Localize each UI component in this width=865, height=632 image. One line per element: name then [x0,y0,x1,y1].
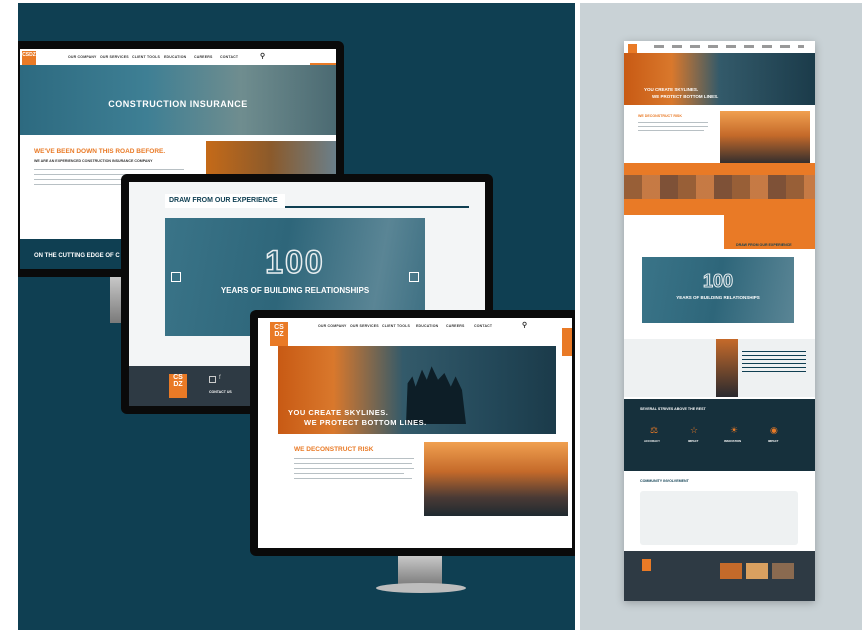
nav-item[interactable]: OUR SERVICES [100,55,129,59]
nav-item[interactable]: OUR COMPANY [318,324,347,328]
main-nav: OUR COMPANY OUR SERVICES CLIENT TOOLS ED… [38,49,336,66]
photo-strip [624,175,815,199]
strive-label: INNOVATION [724,439,742,443]
strive-label: IMPACT [768,439,779,443]
page-about-section [624,339,815,397]
excavator-photo [424,442,568,516]
community-grid [640,491,798,545]
nav-item[interactable]: OUR COMPANY [68,55,97,59]
search-icon[interactable]: ⚲ [522,321,527,329]
strive-icon: ◉ [770,425,778,435]
strive-icon: ⚖ [650,425,659,435]
experience-heading-bar: DRAW FROM OUR EXPERIENCE [165,194,285,208]
body-text-line [294,458,414,460]
experience-heading: DRAW FROM OUR EXPERIENCE [169,197,278,204]
logo-line: DZ [274,331,284,338]
page-footer [624,551,815,601]
page-strive-section: SEVERAL STRIVES ABOVE THE REST ⚖ ☆ ☀ ◉ A… [624,399,815,471]
tagline: YEARS OF BUILDING RELATIONSHIPS [220,286,370,295]
section-subtitle: WE ARE AN EXPERIENCED CONSTRUCTION INSUR… [34,159,153,163]
nav-item[interactable]: CAREERS [446,324,465,328]
footer-logo[interactable]: CS DZ [169,374,187,398]
monitor-base [376,583,466,593]
body-text-line [638,126,708,127]
hero-banner: CONSTRUCTION INSURANCE [20,65,336,135]
nav-item[interactable]: CONTACT [474,324,492,328]
body-text-line [294,463,412,465]
right-showcase-panel: YOU CREATE SKYLINES. WE PROTECT BOTTOM L… [580,3,862,630]
orange-band [624,163,815,249]
strive-icon: ☀ [730,425,739,435]
footer-news-thumb[interactable] [746,563,768,579]
logo-line: CS [274,324,284,331]
section-title: WE'VE BEEN DOWN THIS ROAD BEFORE. [34,148,166,155]
body-text-line [294,478,412,480]
about-photo [716,339,738,397]
prev-arrow[interactable] [171,272,181,282]
page-footer-logo[interactable] [642,559,651,571]
section-title: WE DECONSTRUCT RISK [294,446,374,453]
hero-line-1: YOU CREATE SKYLINES. [288,408,389,417]
heading-rule [285,206,469,208]
cta-button[interactable] [562,328,572,356]
search-icon[interactable]: ⚲ [260,52,265,60]
page-tagline: YEARS OF BUILDING RELATIONSHIPS [676,295,760,300]
page-section-title: WE DECONSTRUCT RISK [638,114,682,118]
footer-news-thumb[interactable] [772,563,794,579]
nav-item[interactable]: EDUCATION [164,55,186,59]
nav-item[interactable]: CLIENT TOOLS [132,55,160,59]
logo-line: DZ [173,381,183,388]
page-hero: YOU CREATE SKYLINES. WE PROTECT BOTTOM L… [624,53,815,105]
nav-item[interactable]: EDUCATION [416,324,438,328]
nav-item[interactable]: CONTACT [220,55,238,59]
page-experience-banner: 100 YEARS OF BUILDING RELATIONSHIPS [642,257,794,323]
page-community-heading: COMMUNITY INVOLVEMENT [640,479,689,483]
body-text-line [638,122,708,123]
page-experience-heading: DRAW FROM OUR EXPERIENCE [736,243,792,247]
logo-line: CS [173,374,183,381]
band-card [624,215,724,249]
nav-item[interactable]: CAREERS [194,55,213,59]
page-hero-line-1: YOU CREATE SKYLINES. [644,87,699,92]
page-nav [654,45,804,48]
nav-item[interactable]: CLIENT TOOLS [382,324,410,328]
body-text-line [638,130,704,131]
footer-title: ON THE CUTTING EDGE OF C [34,253,120,259]
page-big-number: 100 [702,271,734,292]
monitor-stand [398,556,442,586]
facebook-icon[interactable]: f [219,375,221,381]
hero-line-2: WE PROTECT BOTTOM LINES. [304,418,427,427]
footer-news-thumb[interactable] [720,563,742,579]
body-text-line [294,468,414,470]
page-hero-line-2: WE PROTECT BOTTOM LINES. [652,94,719,99]
big-number: 100 [265,243,325,281]
full-page-mockup: YOU CREATE SKYLINES. WE PROTECT BOTTOM L… [624,41,815,601]
strive-label: ACCURACY [644,439,661,443]
hero-title: CONSTRUCTION INSURANCE [108,99,248,109]
nav-item[interactable]: OUR SERVICES [350,324,379,328]
strive-label: IMPACT [688,439,699,443]
monitor-front: CS DZ OUR COMPANY OUR SERVICES CLIENT TO… [250,310,575,556]
worker-silhouettes [406,366,466,424]
left-showcase-panel: CSDZ OUR COMPANY OUR SERVICES CLIENT TOO… [18,3,575,630]
about-callout [742,351,806,375]
site-logo[interactable]: CS DZ [270,322,288,346]
page-strive-heading: SEVERAL STRIVES ABOVE THE REST [640,407,706,411]
monitor-front-screen: CS DZ OUR COMPANY OUR SERVICES CLIENT TO… [258,318,572,548]
footer-contact-link[interactable]: CONTACT US [209,390,232,394]
next-arrow[interactable] [409,272,419,282]
body-text-line [34,169,184,171]
hero-banner: YOU CREATE SKYLINES. WE PROTECT BOTTOM L… [278,346,556,434]
main-nav: OUR COMPANY OUR SERVICES CLIENT TOOLS ED… [294,318,572,332]
strive-icon: ☆ [690,425,699,435]
page-excavator-photo [720,111,810,165]
body-text-line [294,473,404,475]
social-icon[interactable] [209,376,216,383]
